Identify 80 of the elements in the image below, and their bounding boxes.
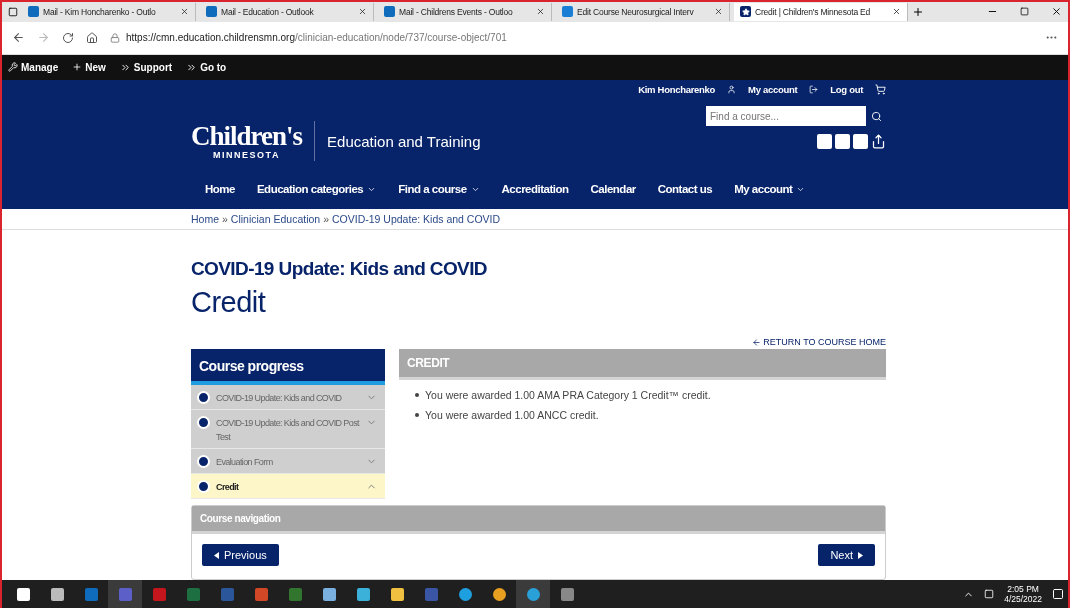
browser-tab[interactable]: Mail - Childrens Events - Outloo — [378, 2, 552, 21]
back-icon[interactable] — [12, 31, 25, 45]
nav-link[interactable]: Home — [205, 183, 235, 196]
progress-item[interactable]: Evaluation Form — [191, 449, 385, 474]
nav-link[interactable]: Contact us — [657, 183, 713, 196]
wrench-icon — [8, 62, 18, 73]
log-out-link[interactable]: Log out — [830, 84, 863, 96]
close-icon[interactable] — [536, 7, 545, 17]
radio-icon — [197, 416, 210, 429]
toolbar-link[interactable]: Go to — [186, 61, 227, 73]
close-icon[interactable] — [180, 7, 189, 17]
user-name: Kim Honcharenko — [638, 84, 715, 96]
toolbar-link[interactable]: New — [72, 61, 106, 73]
nav-link[interactable]: Accreditation — [501, 183, 569, 196]
mail-icon — [206, 6, 217, 18]
toolbar-link[interactable]: Manage — [8, 61, 59, 73]
radio-icon — [197, 391, 210, 404]
address-field[interactable]: https://cmn.education.childrensmn.org/clinician-education/node/737/course-object/701 — [126, 32, 507, 44]
browser-tab[interactable]: Edit Course Neurosurgical Interv — [556, 2, 730, 21]
browser-tab[interactable]: Mail - Education - Outlook — [200, 2, 374, 21]
breadcrumb-link[interactable]: COVID-19 Update: Kids and COVID — [332, 213, 501, 226]
log-out-icon — [809, 85, 819, 95]
browser-tab[interactable]: Mail - Kim Honcharenko - Outlo — [22, 2, 196, 21]
radio-icon — [197, 455, 210, 468]
browser-tab[interactable]: Credit | Children's Minnesota Ed — [734, 2, 908, 21]
toolbar-link[interactable]: Support — [119, 61, 173, 73]
my-account-link[interactable]: My account — [748, 84, 798, 96]
user-icon — [727, 85, 736, 95]
radio-icon — [197, 480, 210, 493]
progress-item[interactable]: COVID-19 Update: Kids and COVID Post Test — [191, 410, 385, 449]
credit-line: You were awarded 1.00 AMA PRA Category 1 Credit™ credit. — [425, 388, 711, 402]
clock[interactable]: 2:05 PM 4/25/2022 — [1004, 583, 1042, 605]
new-tab-icon[interactable] — [912, 5, 924, 18]
star-icon — [740, 6, 751, 18]
lock-icon — [110, 32, 120, 43]
progress-item[interactable]: COVID-19 Update: Kids and COVID — [191, 385, 385, 410]
nav-link[interactable]: My account — [734, 183, 793, 196]
mail-icon — [28, 6, 39, 18]
cart-icon[interactable] — [875, 84, 886, 96]
mail-icon — [384, 6, 395, 18]
site-title: Education and Training — [327, 132, 481, 150]
close-icon[interactable] — [892, 7, 901, 17]
logo[interactable]: Children's MINNESOTA — [191, 122, 303, 160]
left-triangle-icon — [214, 551, 219, 559]
close-icon[interactable] — [358, 7, 367, 17]
panel-header: Course progress — [191, 349, 385, 385]
progress-item[interactable]: Credit — [191, 474, 385, 499]
bullet-icon — [415, 413, 419, 417]
breadcrumb-separator: » — [222, 213, 228, 226]
nav-link[interactable]: Find a course — [398, 183, 467, 196]
share-icon[interactable] — [871, 134, 886, 150]
panel-header: CREDIT — [399, 349, 886, 380]
left-arrow-icon — [752, 337, 762, 347]
panel-header: Course navigation — [192, 506, 885, 534]
breadcrumb-link[interactable]: Clinician Education — [230, 213, 321, 226]
close-icon[interactable] — [1051, 6, 1062, 18]
maximize-icon[interactable] — [1020, 7, 1029, 17]
breadcrumb-link[interactable]: Home — [191, 213, 219, 226]
mail-icon — [562, 6, 573, 18]
plus-icon — [72, 62, 83, 73]
credit-line: You were awarded 1.00 ANCC credit. — [425, 408, 599, 422]
page-title: Credit — [191, 286, 267, 319]
nav-link[interactable]: Calendar — [590, 183, 636, 196]
right-triangle-icon — [858, 551, 863, 559]
home-icon[interactable] — [86, 31, 98, 44]
previous-button[interactable]: Previous — [202, 544, 279, 566]
breadcrumb-separator: » — [323, 213, 329, 226]
reload-icon[interactable] — [62, 31, 74, 44]
social-icon[interactable] — [835, 134, 850, 150]
social-icon[interactable] — [817, 134, 832, 150]
search-field[interactable]: Find a course... — [706, 106, 866, 127]
bullet-icon — [415, 393, 419, 397]
next-button[interactable]: Next — [818, 544, 875, 566]
notification-icon[interactable] — [1052, 588, 1064, 600]
course-title: COVID-19 Update: Kids and COVID — [191, 258, 488, 280]
return-link[interactable]: RETURN TO COURSE HOME — [763, 337, 886, 347]
nav-link[interactable]: Education categories — [256, 183, 364, 196]
search-icon — [870, 110, 882, 122]
social-icon[interactable] — [853, 134, 868, 150]
close-icon[interactable] — [714, 7, 723, 17]
